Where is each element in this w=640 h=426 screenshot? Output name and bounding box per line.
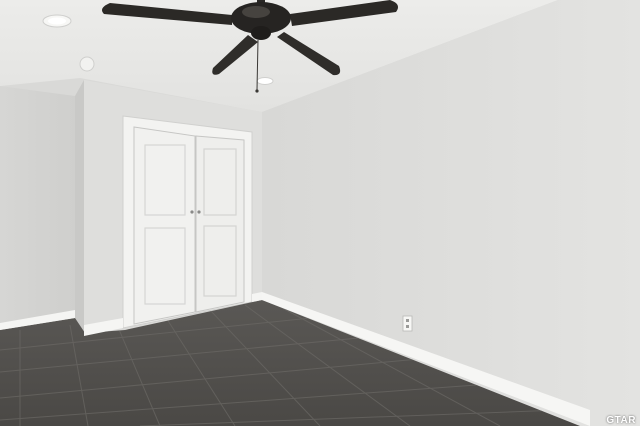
fan-pull-chain-tip [255, 89, 259, 93]
recessed-light-center [256, 77, 274, 85]
smoke-detector [79, 56, 95, 72]
door-knob-right [197, 210, 201, 214]
closet-return-wall [75, 80, 84, 333]
fan-motor-highlight [242, 6, 270, 18]
watermark-logo: GTAR [606, 415, 636, 426]
closet-door-left [133, 126, 196, 325]
left-wall [0, 86, 75, 330]
outlet-slot-bottom [406, 325, 409, 328]
fan-light-cap [251, 26, 271, 40]
closet-door-right [195, 135, 245, 313]
outlet-slot-top [406, 319, 409, 322]
room-scene [0, 0, 640, 426]
electrical-outlet [402, 315, 413, 332]
door-knob-left [190, 210, 194, 214]
recessed-light-left-glow [48, 17, 66, 25]
